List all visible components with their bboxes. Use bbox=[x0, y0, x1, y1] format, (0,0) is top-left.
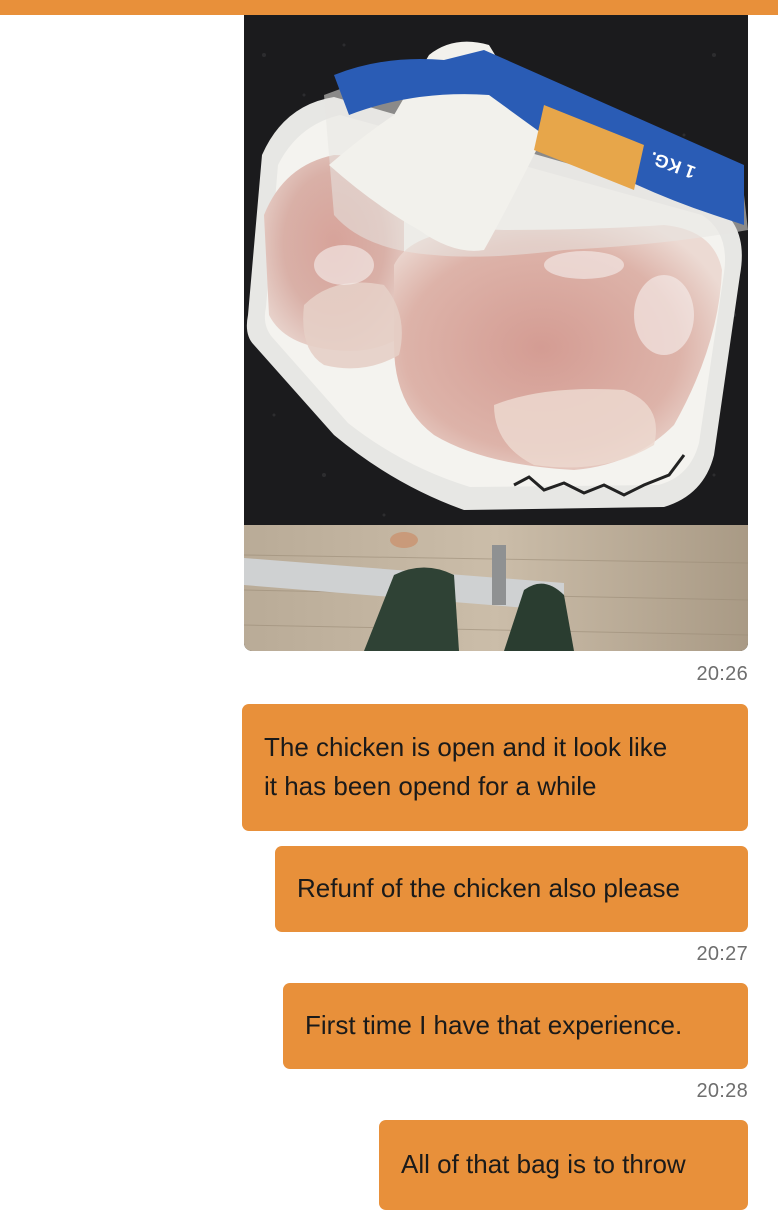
message-timestamp: 20:28 bbox=[696, 1080, 748, 1102]
chat-photo-attachment[interactable]: 1 KG. bbox=[244, 15, 748, 651]
message-text: Refunf of the chicken also please bbox=[297, 873, 681, 903]
message-bubble[interactable]: All of that bag is to throw bbox=[379, 1120, 748, 1210]
message-text: First time I have that experience. bbox=[305, 1010, 683, 1040]
message-timestamp: 20:27 bbox=[696, 943, 748, 965]
message-timestamp: 20:26 bbox=[696, 663, 748, 685]
top-accent-bar bbox=[0, 0, 778, 15]
message-bubble[interactable]: The chicken is open and it look like it … bbox=[242, 704, 748, 831]
message-text: All of that bag is to throw bbox=[401, 1149, 686, 1179]
message-bubble[interactable]: Refunf of the chicken also please bbox=[275, 846, 748, 932]
message-bubble[interactable]: First time I have that experience. bbox=[283, 983, 748, 1069]
message-text: The chicken is open and it look like it … bbox=[264, 732, 668, 801]
chicken-photo-image: 1 KG. bbox=[244, 15, 748, 651]
